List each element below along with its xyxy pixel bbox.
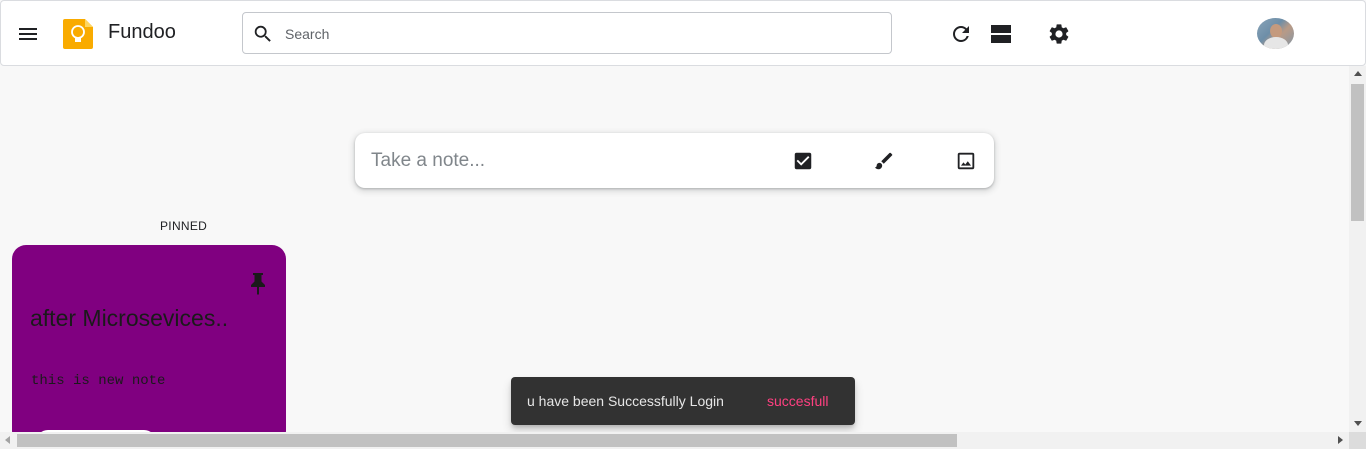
note-card[interactable]: after Microsevices.. this is new note (12, 245, 286, 445)
view-toggle-icon[interactable] (989, 22, 1013, 46)
search-icon[interactable] (252, 23, 274, 45)
take-note-placeholder[interactable]: Take a note... (371, 150, 485, 172)
note-body: this is new note (31, 373, 166, 389)
search-input[interactable] (283, 19, 877, 49)
image-icon[interactable] (955, 150, 977, 172)
scroll-down-arrow-icon[interactable] (1354, 421, 1362, 426)
search-bar[interactable] (242, 12, 892, 54)
brush-icon[interactable] (873, 150, 895, 172)
checkbox-icon[interactable] (792, 150, 814, 172)
pin-icon[interactable] (248, 271, 268, 295)
snackbar: u have been Successfully Login succesful… (511, 377, 855, 425)
snackbar-action-button[interactable]: succesfull (767, 393, 828, 409)
avatar-torso (1264, 37, 1288, 49)
snackbar-message: u have been Successfully Login (527, 393, 724, 409)
pinned-section-label: PINNED (160, 219, 208, 233)
scroll-left-arrow-icon[interactable] (5, 436, 10, 444)
app-title: Fundoo (108, 21, 176, 43)
top-app-bar: Fundoo (0, 0, 1366, 66)
vertical-scrollbar-thumb[interactable] (1351, 84, 1364, 221)
horizontal-scrollbar-thumb[interactable] (17, 434, 957, 447)
take-note-bar[interactable]: Take a note... (355, 133, 994, 188)
menu-icon[interactable] (16, 22, 40, 46)
scroll-up-arrow-icon[interactable] (1354, 71, 1362, 76)
keep-logo-icon (63, 19, 93, 49)
refresh-icon[interactable] (949, 22, 973, 46)
settings-icon[interactable] (1047, 22, 1071, 46)
scrollbar-corner (1349, 432, 1366, 449)
avatar-head (1270, 24, 1282, 38)
avatar[interactable] (1257, 18, 1294, 49)
scroll-right-arrow-icon[interactable] (1338, 436, 1343, 444)
note-title: after Microsevices.. (30, 305, 229, 331)
